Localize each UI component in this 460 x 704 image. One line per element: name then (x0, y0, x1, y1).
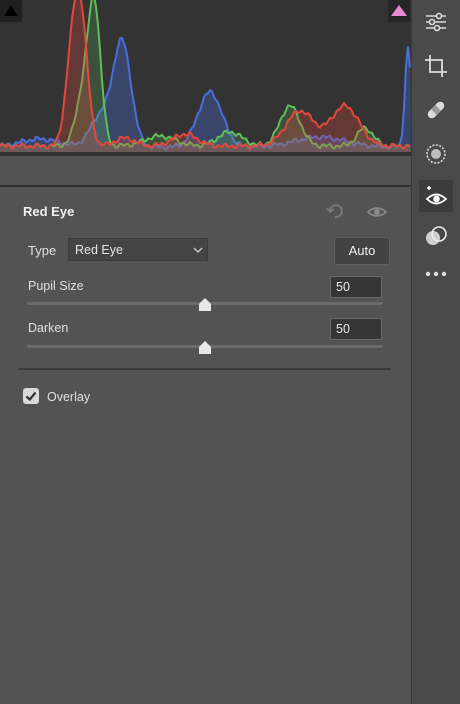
crop-tool-button[interactable] (419, 50, 453, 82)
histogram (0, 0, 411, 156)
presets-tool-button[interactable] (419, 220, 453, 252)
auto-button[interactable]: Auto (334, 237, 390, 265)
masking-icon (426, 144, 446, 164)
red-eye-panel: Red Eye Type Red Eye Auto Pupil Size 50 … (0, 0, 411, 704)
histogram-graph (0, 0, 411, 152)
crop-icon (425, 55, 447, 77)
more-tools-button[interactable] (419, 258, 453, 290)
edit-sliders-icon (426, 12, 446, 32)
darken-slider-thumb[interactable] (198, 341, 212, 354)
masking-tool-button[interactable] (419, 138, 453, 170)
eye-icon[interactable] (366, 202, 388, 222)
panel-title: Red Eye (23, 204, 75, 219)
pupil-size-label: Pupil Size (28, 279, 84, 293)
checkmark-icon (25, 391, 37, 402)
healing-bandage-icon (427, 101, 445, 119)
overlay-label: Overlay (47, 390, 91, 404)
red-eye-icon (425, 186, 448, 205)
overlay-checkbox[interactable] (23, 388, 39, 404)
edit-tool-button[interactable] (419, 6, 453, 38)
darken-label: Darken (28, 321, 69, 335)
highlight-clipping-icon[interactable] (388, 0, 410, 22)
presets-icon (426, 226, 447, 245)
darken-value-field[interactable]: 50 (330, 318, 382, 340)
tool-strip (411, 0, 460, 704)
reset-icon[interactable] (326, 201, 348, 221)
type-dropdown-value: Red Eye (75, 243, 123, 257)
type-dropdown[interactable]: Red Eye (68, 238, 208, 261)
type-label: Type (28, 243, 57, 258)
pupil-size-slider-thumb[interactable] (198, 298, 212, 311)
chevron-down-icon (193, 247, 203, 253)
pupil-size-value-field[interactable]: 50 (330, 276, 382, 298)
divider (18, 368, 391, 370)
divider (0, 185, 411, 187)
more-icon (425, 271, 447, 277)
shadow-clipping-icon[interactable] (0, 0, 22, 22)
red-eye-tool-button[interactable] (419, 180, 453, 212)
healing-tool-button[interactable] (419, 94, 453, 126)
